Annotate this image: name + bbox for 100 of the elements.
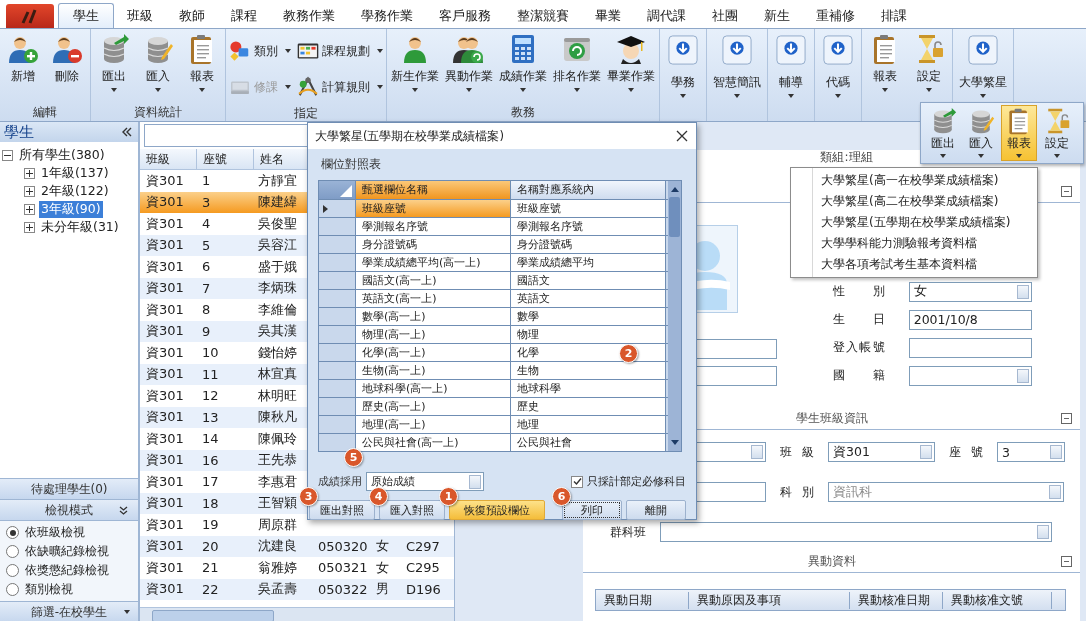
radio-button[interactable] xyxy=(6,545,19,558)
table-cell[interactable]: 國語文(高一上) xyxy=(356,272,511,289)
table-row[interactable]: 國語文(高一上) 國語文 xyxy=(319,271,668,289)
ribbon-tab[interactable]: 客戶服務 xyxy=(426,4,504,28)
column-header[interactable]: 班級 xyxy=(140,149,197,169)
table-cell[interactable]: 學測報名序號 xyxy=(511,218,666,235)
menu-item[interactable]: 大學各項考試考生基本資料檔 xyxy=(791,254,1037,275)
table-cell[interactable]: 公民與社會(高一上) xyxy=(356,434,511,451)
collapse-icon[interactable] xyxy=(1061,412,1072,424)
table-cell[interactable]: 地球科學 xyxy=(511,380,666,397)
table-cell[interactable]: 身分證號碼 xyxy=(511,236,666,253)
table-cell[interactable]: 英語文(高一上) xyxy=(356,290,511,307)
tree-item[interactable]: 未分年級(31) xyxy=(39,218,121,236)
table-cell[interactable]: 身分證號碼 xyxy=(356,236,511,253)
pending-students-bar[interactable]: 待處理學生(0) xyxy=(0,478,138,499)
ribbon-button[interactable]: 匯入 xyxy=(136,33,180,92)
ribbon-tab[interactable]: 整潔競賽 xyxy=(504,4,582,28)
ribbon-button[interactable]: 報表 xyxy=(180,33,224,92)
column-header[interactable]: 名稱對應系統內 xyxy=(511,181,666,199)
dialog-button[interactable]: 離開 xyxy=(626,500,686,520)
checkbox[interactable] xyxy=(571,475,583,488)
ribbon-tab[interactable]: 畢業 xyxy=(582,4,634,28)
ribbon-button[interactable]: 新生作業 xyxy=(388,33,442,92)
dialog-button[interactable]: 恢復預設欄位 xyxy=(449,500,545,520)
close-icon[interactable] xyxy=(676,130,688,142)
table-cell[interactable]: 化學(高一上) xyxy=(356,344,511,361)
table-cell[interactable]: 地理(高一上) xyxy=(356,416,511,433)
column-header[interactable]: 異動日期 xyxy=(596,591,689,609)
ribbon-button[interactable]: 設定 xyxy=(907,33,951,92)
table-cell[interactable]: 學業成績總平均(高一上) xyxy=(356,254,511,271)
table-cell[interactable]: 生物(高一上) xyxy=(356,362,511,379)
input-field[interactable]: 資301 xyxy=(828,442,935,462)
column-header[interactable]: 異動核准文號 xyxy=(943,591,1052,609)
table-row[interactable]: 數學(高一上) 數學 xyxy=(319,307,668,325)
input-field[interactable] xyxy=(908,365,1032,386)
table-row[interactable]: 歷史(高一上) 歷史 xyxy=(319,397,668,415)
column-header[interactable]: 甄選欄位名稱 xyxy=(356,181,511,199)
ribbon-tab[interactable]: 學務作業 xyxy=(348,4,426,28)
radio-button[interactable] xyxy=(6,526,19,539)
expand-icon[interactable] xyxy=(24,185,35,197)
dialog-button[interactable]: 匯入對照 xyxy=(379,500,445,520)
ribbon-button[interactable]: 新增 xyxy=(1,33,45,84)
ribbon-button[interactable]: 計算規則 xyxy=(295,69,385,105)
ribbon-tab[interactable]: 學生 xyxy=(58,3,114,28)
column-header[interactable]: 座號 xyxy=(197,149,254,169)
ribbon-button[interactable]: 畢業作業 xyxy=(604,33,658,92)
collapse-icon[interactable] xyxy=(122,127,132,137)
ribbon-tab[interactable]: 社團 xyxy=(699,4,751,28)
input-field[interactable]: 女 xyxy=(908,281,1032,302)
app-menu-button[interactable] xyxy=(6,4,54,28)
radio-button[interactable] xyxy=(6,564,19,577)
table-row[interactable]: 學業成績總平均(高一上) 學業成績總平均 xyxy=(319,253,668,271)
ribbon-button[interactable]: 報表 xyxy=(1001,105,1037,161)
table-cell[interactable]: 歷史(高一上) xyxy=(356,398,511,415)
ribbon-tab[interactable]: 教師 xyxy=(166,4,218,28)
dialog-button[interactable]: 列印 xyxy=(562,500,622,520)
table-cell[interactable]: 歷史 xyxy=(511,398,666,415)
ribbon-button[interactable]: 匯入 xyxy=(963,105,999,161)
table-row[interactable]: 生物(高一上) 生物 xyxy=(319,361,668,379)
view-mode-bar[interactable]: 檢視模式 xyxy=(0,499,138,520)
column-header[interactable]: 異動核准日期 xyxy=(850,591,943,609)
table-cell[interactable]: 地理 xyxy=(511,416,666,433)
dialog-button[interactable]: 匯出對照 xyxy=(309,500,375,520)
tree-item[interactable]: 1年級(137) xyxy=(39,164,111,182)
ribbon-button[interactable]: 設定 xyxy=(1039,105,1075,161)
table-row[interactable]: 公民與社會(高一上) 公民與社會 xyxy=(319,433,668,451)
table-cell[interactable]: 公民與社會 xyxy=(511,434,666,451)
table-row[interactable]: 學測報名序號 學測報名序號 xyxy=(319,217,668,235)
table-cell[interactable]: 物理 xyxy=(511,326,666,343)
menu-item[interactable]: 大學繁星(高二在校學業成績檔案) xyxy=(791,191,1037,212)
table-cell[interactable]: 學測報名序號 xyxy=(356,218,511,235)
score-dropdown[interactable]: 原始成績 xyxy=(366,472,484,491)
ribbon-tab[interactable]: 排課 xyxy=(868,4,920,28)
filter-dropdown[interactable]: 篩選-在校學生 xyxy=(0,601,138,621)
input-field[interactable] xyxy=(908,337,1032,358)
table-cell[interactable]: 國語文 xyxy=(511,272,666,289)
horizontal-scrollbar[interactable] xyxy=(140,607,454,621)
table-cell[interactable]: 數學(高一上) xyxy=(356,308,511,325)
table-cell[interactable]: 班級座號 xyxy=(511,200,666,217)
ribbon-button[interactable]: 代碼 xyxy=(816,33,860,98)
ribbon-button[interactable]: 成績作業 xyxy=(496,33,550,92)
table-row[interactable]: 地理(高一上) 地理 xyxy=(319,415,668,433)
ribbon-tab[interactable]: 重補修 xyxy=(803,4,868,28)
table-cell[interactable]: 地球科學(高一上) xyxy=(356,380,511,397)
input-field[interactable] xyxy=(660,522,1052,542)
table-row[interactable]: 資301 20 沈建良 050320 女 C297 xyxy=(140,535,454,557)
column-header[interactable]: 異動原因及事項 xyxy=(689,591,850,609)
expand-icon[interactable] xyxy=(24,221,35,233)
table-cell[interactable]: 生物 xyxy=(511,362,666,379)
table-row[interactable]: 英語文(高一上) 英語文 xyxy=(319,289,668,307)
table-row[interactable]: 班級座號 班級座號 xyxy=(319,199,668,217)
expand-icon[interactable] xyxy=(24,203,35,215)
table-cell[interactable]: 英語文 xyxy=(511,290,666,307)
input-field[interactable]: 2001/10/8 xyxy=(908,309,1032,330)
table-row[interactable]: 資301 22 吳孟壽 050322 男 D196 xyxy=(140,578,454,600)
tree-item[interactable]: 3年級(90) xyxy=(39,200,103,218)
ribbon-button[interactable]: 刪除 xyxy=(45,33,89,84)
table-row[interactable]: 資301 21 翁雅婷 050321 女 C295 xyxy=(140,557,454,579)
ribbon-button[interactable]: 課程規劃 xyxy=(295,33,385,69)
tree-item[interactable]: 所有學生(380) xyxy=(17,146,107,164)
